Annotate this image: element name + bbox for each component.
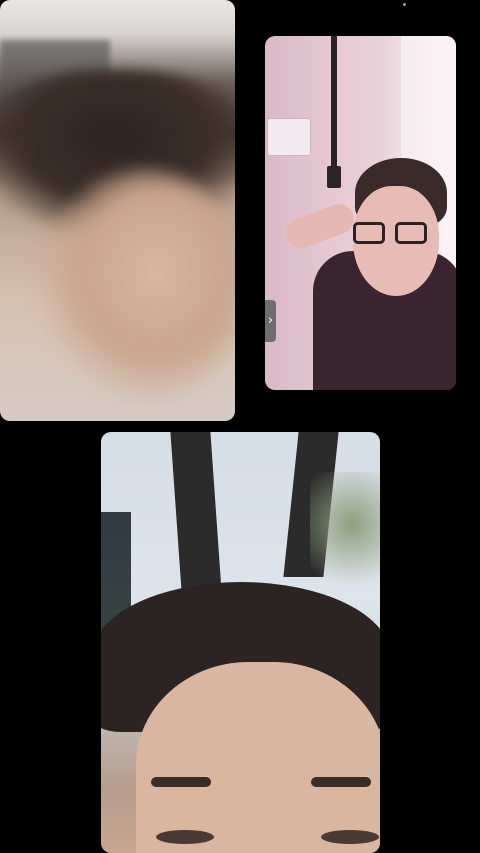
eyebrow xyxy=(311,777,371,787)
wall-cable xyxy=(331,36,337,186)
tree-leaves xyxy=(310,472,380,602)
eye xyxy=(321,830,379,844)
participant-video-tile-2[interactable]: › xyxy=(265,36,456,390)
glasses-icon xyxy=(345,222,441,248)
wall-box xyxy=(327,166,341,188)
person-face xyxy=(136,662,380,853)
wall-switch xyxy=(267,118,311,156)
chevron-right-icon[interactable]: › xyxy=(265,300,276,342)
blurred-face xyxy=(40,170,235,400)
video-call-screen: › xyxy=(0,0,480,853)
status-indicator-dot xyxy=(403,3,406,6)
eye xyxy=(156,830,214,844)
participant-video-tile-1[interactable] xyxy=(0,0,235,421)
participant-video-tile-3[interactable] xyxy=(101,432,380,853)
window-pillar xyxy=(170,432,222,592)
eyebrow xyxy=(151,777,211,787)
